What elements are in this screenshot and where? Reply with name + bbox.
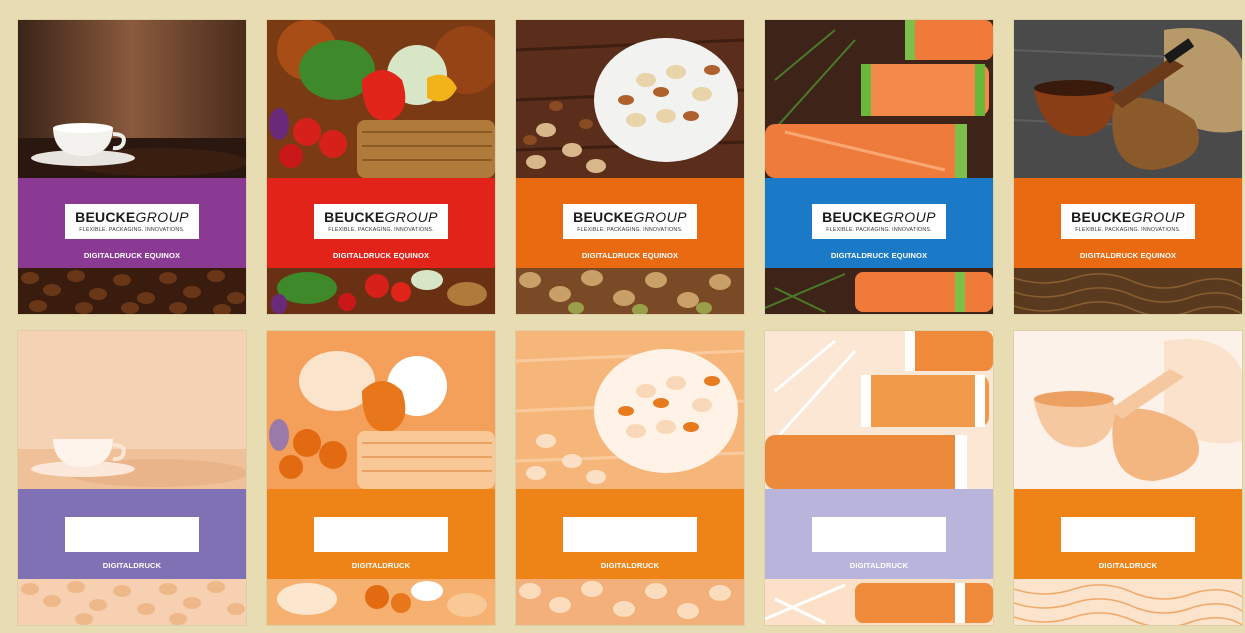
logo-tagline: FLEXIBLE. PACKAGING. INNOVATIONS. [577, 227, 683, 233]
label-band: BEUCKEGROUP FLEXIBLE. PACKAGING. INNOVAT… [18, 178, 246, 268]
vegetables-strip [267, 268, 495, 314]
logo: BEUCKEGROUP FLEXIBLE. PACKAGING. INNOVAT… [1061, 204, 1195, 239]
tobacco-photo [1014, 20, 1242, 178]
label-band: DIGITALDRUCK [18, 489, 246, 579]
tobacco-strip [1014, 268, 1242, 314]
blank-logo-area [65, 517, 199, 552]
band-label: DIGITALDRUCK EQUINOX [581, 251, 679, 260]
package-card-nuts: BEUCKEGROUP FLEXIBLE. PACKAGING. INNOVAT… [516, 20, 744, 314]
proof-card-nuts: DIGITALDRUCK [516, 331, 744, 625]
label-band: BEUCKEGROUP FLEXIBLE. PACKAGING. INNOVAT… [516, 178, 744, 268]
proof-card-coffee: DIGITALDRUCK [18, 331, 246, 625]
logo-tagline: FLEXIBLE. PACKAGING. INNOVATIONS. [826, 227, 932, 233]
tobacco-strip-proof [1014, 579, 1242, 625]
proof-card-salmon: DIGITALDRUCK [765, 331, 993, 625]
band-label: DIGITALDRUCK [1098, 561, 1158, 570]
coffee-beans-strip [18, 268, 246, 314]
band-label: DIGITALDRUCK [351, 561, 411, 570]
logo-tagline: FLEXIBLE. PACKAGING. INNOVATIONS. [328, 227, 434, 233]
blank-logo-area [314, 517, 448, 552]
nuts-strip-proof [516, 579, 744, 625]
vegetables-photo [267, 20, 495, 178]
package-card-salmon: BEUCKEGROUP FLEXIBLE. PACKAGING. INNOVAT… [765, 20, 993, 314]
salmon-photo [765, 20, 993, 178]
vegetables-photo-proof [267, 331, 495, 489]
logo: BEUCKEGROUP FLEXIBLE. PACKAGING. INNOVAT… [65, 204, 199, 239]
logo: BEUCKEGROUP FLEXIBLE. PACKAGING. INNOVAT… [812, 204, 946, 239]
label-band: BEUCKEGROUP FLEXIBLE. PACKAGING. INNOVAT… [1014, 178, 1242, 268]
label-band: BEUCKEGROUP FLEXIBLE. PACKAGING. INNOVAT… [267, 178, 495, 268]
band-label: DIGITALDRUCK EQUINOX [83, 251, 181, 260]
band-label: DIGITALDRUCK [102, 561, 162, 570]
nuts-photo-proof [516, 331, 744, 489]
salmon-strip-proof [765, 579, 993, 625]
nuts-strip [516, 268, 744, 314]
proof-card-tobacco: DIGITALDRUCK [1014, 331, 1242, 625]
label-band: DIGITALDRUCK [765, 489, 993, 579]
package-card-coffee: BEUCKEGROUP FLEXIBLE. PACKAGING. INNOVAT… [18, 20, 246, 314]
blank-logo-area [812, 517, 946, 552]
label-band: DIGITALDRUCK [516, 489, 744, 579]
band-label: DIGITALDRUCK EQUINOX [830, 251, 928, 260]
salmon-strip [765, 268, 993, 314]
nuts-photo [516, 20, 744, 178]
blank-logo-area [1061, 517, 1195, 552]
band-label: DIGITALDRUCK EQUINOX [1079, 251, 1177, 260]
logo: BEUCKEGROUP FLEXIBLE. PACKAGING. INNOVAT… [563, 204, 697, 239]
band-label: DIGITALDRUCK [600, 561, 660, 570]
label-band: BEUCKEGROUP FLEXIBLE. PACKAGING. INNOVAT… [765, 178, 993, 268]
package-card-tobacco: BEUCKEGROUP FLEXIBLE. PACKAGING. INNOVAT… [1014, 20, 1242, 314]
packaging-grid: BEUCKEGROUP FLEXIBLE. PACKAGING. INNOVAT… [18, 20, 1242, 625]
band-label: DIGITALDRUCK [849, 561, 909, 570]
label-band: DIGITALDRUCK [267, 489, 495, 579]
blank-logo-area [563, 517, 697, 552]
coffee-photo [18, 20, 246, 178]
coffee-photo-proof [18, 331, 246, 489]
label-band: DIGITALDRUCK [1014, 489, 1242, 579]
vegetables-strip-proof [267, 579, 495, 625]
band-label: DIGITALDRUCK EQUINOX [332, 251, 430, 260]
salmon-photo-proof [765, 331, 993, 489]
coffee-beans-strip-proof [18, 579, 246, 625]
tobacco-photo-proof [1014, 331, 1242, 489]
logo-tagline: FLEXIBLE. PACKAGING. INNOVATIONS. [79, 227, 185, 233]
logo-tagline: FLEXIBLE. PACKAGING. INNOVATIONS. [1075, 227, 1181, 233]
logo: BEUCKEGROUP FLEXIBLE. PACKAGING. INNOVAT… [314, 204, 448, 239]
package-card-vegetables: BEUCKEGROUP FLEXIBLE. PACKAGING. INNOVAT… [267, 20, 495, 314]
proof-card-vegetables: DIGITALDRUCK [267, 331, 495, 625]
